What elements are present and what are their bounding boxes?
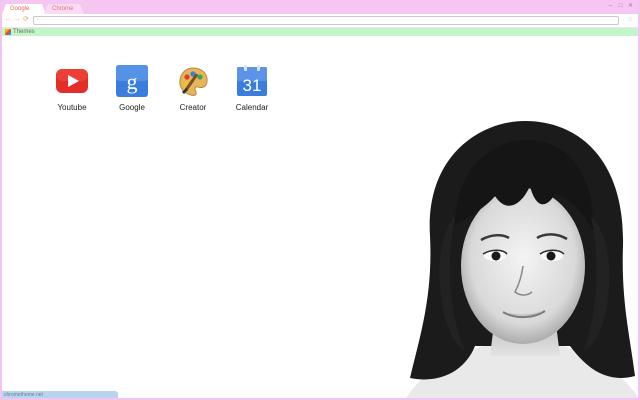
tab-google[interactable]: Google: [2, 4, 46, 14]
app-label: Calendar: [235, 103, 269, 112]
close-icon[interactable]: ✕: [627, 3, 634, 9]
app-label: Youtube: [57, 103, 87, 112]
app-calendar[interactable]: 31 Calendar: [227, 64, 277, 112]
youtube-icon: [55, 64, 89, 98]
new-tab-page: Youtube g Google Creator 31 Calendar: [0, 36, 640, 400]
app-youtube[interactable]: Youtube: [47, 64, 97, 112]
address-bar[interactable]: ▫: [33, 16, 619, 25]
app-google[interactable]: g Google: [107, 64, 157, 112]
google-icon: g: [115, 64, 149, 98]
tab-label: Chrome: [52, 6, 74, 12]
toolbar: ← → ⟳ ▫ ☆: [0, 14, 640, 28]
reload-icon[interactable]: ⟳: [22, 16, 30, 24]
themes-icon: [5, 29, 11, 35]
status-text: chrometheme.net: [4, 392, 43, 398]
calendar-icon: 31: [235, 64, 269, 98]
bookmark-themes[interactable]: Themes: [5, 28, 35, 36]
bookmarks-bar: Themes: [0, 28, 640, 36]
tab-chrome[interactable]: Chrome: [44, 4, 84, 14]
page-icon: ▫: [37, 17, 39, 23]
app-creator[interactable]: Creator: [168, 64, 218, 112]
back-arrow-icon[interactable]: ←: [4, 16, 12, 24]
theme-background-portrait: [405, 121, 640, 400]
app-label: Creator: [179, 103, 207, 112]
maximize-icon[interactable]: □: [617, 3, 624, 9]
tab-label: Google: [10, 6, 30, 12]
star-icon[interactable]: ☆: [626, 16, 634, 24]
creator-palette-icon: [176, 64, 210, 98]
svg-text:g: g: [127, 69, 138, 94]
app-label: Google: [119, 103, 145, 112]
calendar-day: 31: [243, 76, 262, 95]
bookmark-label: Themes: [13, 29, 35, 35]
minimize-icon[interactable]: –: [607, 3, 614, 9]
window-controls: – □ ✕: [607, 2, 634, 10]
forward-arrow-icon[interactable]: →: [13, 16, 21, 24]
status-bubble: chrometheme.net: [0, 391, 118, 400]
tab-strip: Google Chrome – □ ✕: [0, 0, 640, 14]
